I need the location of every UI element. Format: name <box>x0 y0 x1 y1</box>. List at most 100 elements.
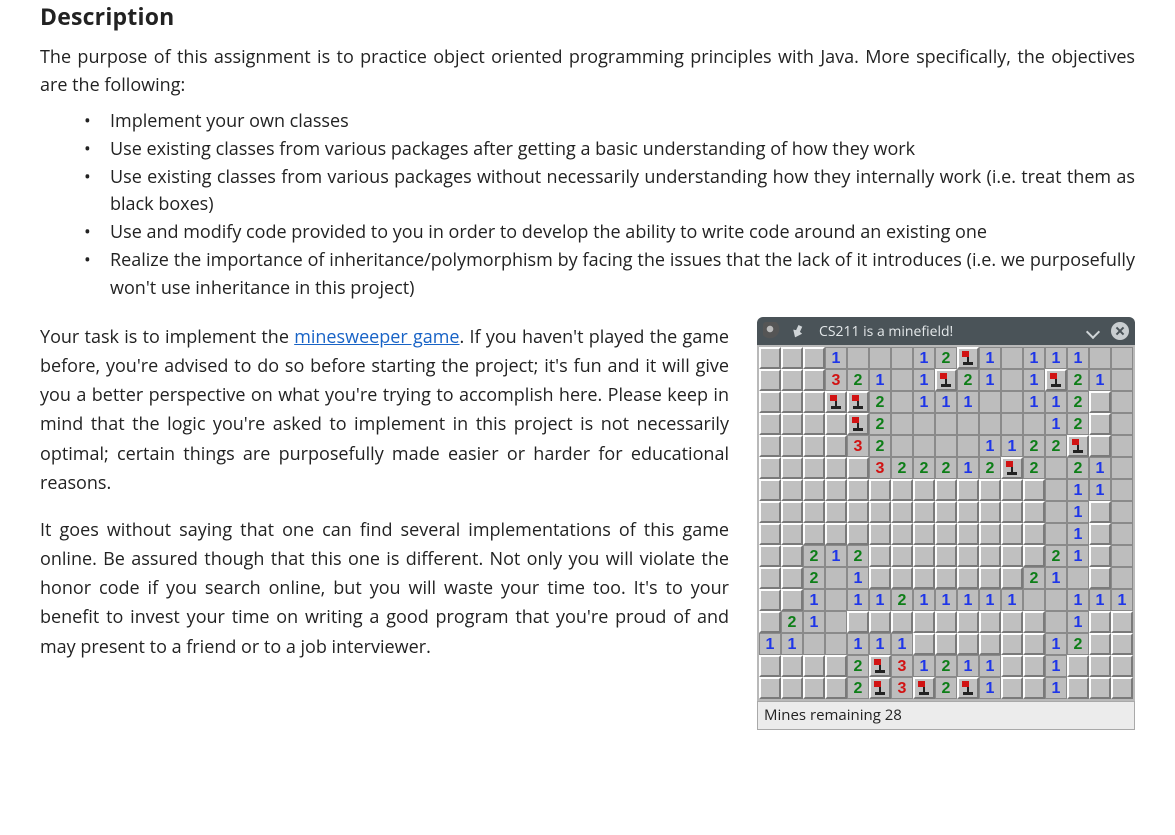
board-cell[interactable] <box>1045 611 1067 633</box>
board-cell[interactable] <box>759 501 781 523</box>
board-cell[interactable]: 2 <box>935 347 957 369</box>
board-cell[interactable] <box>781 347 803 369</box>
board-cell[interactable]: 2 <box>803 567 825 589</box>
board-cell[interactable]: 1 <box>935 589 957 611</box>
board-cell[interactable] <box>825 589 847 611</box>
board-cell[interactable] <box>781 677 803 699</box>
board-cell[interactable] <box>781 435 803 457</box>
board-cell[interactable] <box>803 677 825 699</box>
board-cell[interactable] <box>979 611 1001 633</box>
board-cell[interactable] <box>847 611 869 633</box>
board-cell[interactable]: 1 <box>1045 655 1067 677</box>
board-cell[interactable] <box>979 391 1001 413</box>
board-cell[interactable] <box>1111 435 1133 457</box>
board-cell[interactable]: 2 <box>1045 545 1067 567</box>
board-cell[interactable] <box>1001 633 1023 655</box>
board-cell[interactable] <box>781 369 803 391</box>
board-cell[interactable]: 1 <box>847 589 869 611</box>
board-cell[interactable] <box>825 677 847 699</box>
board-cell[interactable]: 2 <box>935 677 957 699</box>
board-cell[interactable]: 1 <box>1089 589 1111 611</box>
board-cell[interactable]: 2 <box>979 457 1001 479</box>
board-cell[interactable] <box>1111 633 1133 655</box>
board-cell[interactable] <box>913 435 935 457</box>
board-cell[interactable] <box>1023 545 1045 567</box>
close-icon[interactable] <box>1111 322 1129 340</box>
board-cell[interactable] <box>1001 523 1023 545</box>
board-cell[interactable] <box>913 633 935 655</box>
board-cell[interactable]: 1 <box>1023 391 1045 413</box>
board-cell[interactable] <box>935 479 957 501</box>
board-cell[interactable] <box>957 347 979 369</box>
board-cell[interactable] <box>803 501 825 523</box>
board-cell[interactable]: 1 <box>869 589 891 611</box>
board-cell[interactable] <box>1001 457 1023 479</box>
board-cell[interactable] <box>803 435 825 457</box>
board-cell[interactable] <box>1111 567 1133 589</box>
board-cell[interactable] <box>1045 479 1067 501</box>
board-cell[interactable]: 1 <box>781 633 803 655</box>
board-cell[interactable]: 2 <box>913 457 935 479</box>
board-cell[interactable]: 2 <box>869 391 891 413</box>
board-cell[interactable]: 1 <box>913 391 935 413</box>
minesweeper-link[interactable]: minesweeper game <box>294 325 459 349</box>
board-cell[interactable] <box>847 413 869 435</box>
board-cell[interactable]: 1 <box>957 655 979 677</box>
board-cell[interactable] <box>759 523 781 545</box>
board-cell[interactable] <box>935 633 957 655</box>
board-cell[interactable] <box>935 435 957 457</box>
board-cell[interactable] <box>825 413 847 435</box>
board-cell[interactable] <box>1001 391 1023 413</box>
board-cell[interactable]: 1 <box>1089 457 1111 479</box>
board-cell[interactable]: 1 <box>957 589 979 611</box>
board-cell[interactable] <box>1045 369 1067 391</box>
board-cell[interactable]: 1 <box>825 347 847 369</box>
board-cell[interactable]: 3 <box>847 435 869 457</box>
board-cell[interactable] <box>759 655 781 677</box>
board-cell[interactable] <box>869 567 891 589</box>
board-cell[interactable] <box>935 369 957 391</box>
board-cell[interactable] <box>847 523 869 545</box>
board-cell[interactable] <box>825 479 847 501</box>
board-cell[interactable]: 1 <box>957 391 979 413</box>
pin-icon[interactable] <box>791 324 805 338</box>
board-cell[interactable]: 1 <box>913 347 935 369</box>
board-cell[interactable]: 2 <box>1023 567 1045 589</box>
board-cell[interactable]: 1 <box>1067 523 1089 545</box>
board-cell[interactable] <box>1089 633 1111 655</box>
board-cell[interactable] <box>847 391 869 413</box>
board-cell[interactable]: 1 <box>913 655 935 677</box>
board-cell[interactable] <box>781 413 803 435</box>
board-cell[interactable] <box>913 413 935 435</box>
board-cell[interactable] <box>913 567 935 589</box>
board-cell[interactable] <box>1023 479 1045 501</box>
board-cell[interactable] <box>913 479 935 501</box>
board-cell[interactable]: 1 <box>913 369 935 391</box>
board-cell[interactable] <box>1067 677 1089 699</box>
board-cell[interactable] <box>1045 457 1067 479</box>
board-cell[interactable]: 1 <box>1023 369 1045 391</box>
board-cell[interactable]: 1 <box>1067 501 1089 523</box>
board-cell[interactable] <box>781 523 803 545</box>
board-cell[interactable] <box>957 435 979 457</box>
board-cell[interactable] <box>869 677 891 699</box>
board-cell[interactable] <box>957 545 979 567</box>
board-cell[interactable] <box>1089 435 1111 457</box>
board-cell[interactable] <box>759 611 781 633</box>
board-cell[interactable]: 2 <box>781 611 803 633</box>
board-cell[interactable] <box>913 501 935 523</box>
board-cell[interactable] <box>1111 479 1133 501</box>
board-cell[interactable]: 1 <box>825 545 847 567</box>
board-cell[interactable] <box>957 501 979 523</box>
board-cell[interactable]: 1 <box>891 633 913 655</box>
board-cell[interactable] <box>825 501 847 523</box>
game-board[interactable]: 1121111321121121211111221232112232221222… <box>757 345 1135 701</box>
board-cell[interactable]: 1 <box>1001 435 1023 457</box>
board-cell[interactable] <box>979 545 1001 567</box>
board-cell[interactable]: 1 <box>1067 479 1089 501</box>
board-cell[interactable] <box>803 655 825 677</box>
board-cell[interactable] <box>759 391 781 413</box>
board-cell[interactable]: 2 <box>891 589 913 611</box>
board-cell[interactable] <box>891 611 913 633</box>
board-cell[interactable] <box>825 611 847 633</box>
